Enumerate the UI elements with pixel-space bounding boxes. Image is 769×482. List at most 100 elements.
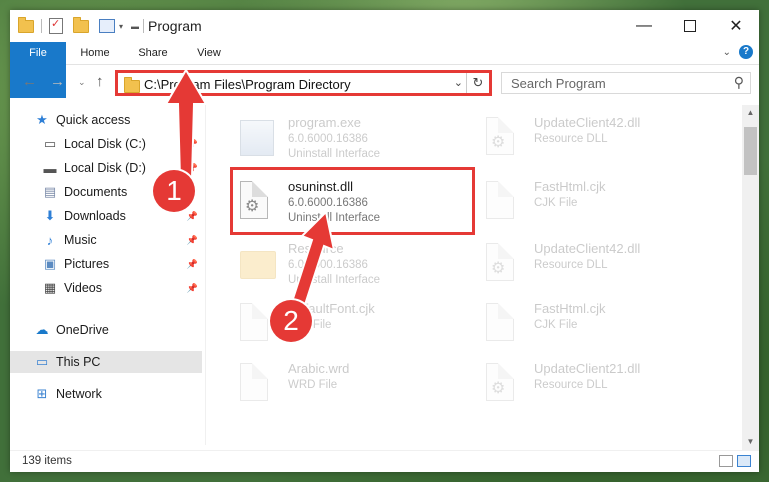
- file-item[interactable]: Resource 6.0.6000.16386 Uninstall Interf…: [228, 237, 468, 293]
- customize-dropdown-icon[interactable]: ▾: [119, 22, 123, 31]
- file-description: Uninstall Interface: [288, 148, 381, 160]
- close-icon: ✕: [729, 18, 743, 35]
- sidebar-item-label: Network: [56, 387, 102, 401]
- file-item[interactable]: ⚙ UpdateClient42.dll Resource DLL: [474, 237, 714, 293]
- file-name: UpdateClient42.dll: [534, 241, 641, 256]
- title-bar: ▾ ▬ Program — ✕: [10, 10, 759, 42]
- scroll-down-icon[interactable]: ▼: [742, 434, 759, 450]
- file-item[interactable]: DefaultFont.cjk CJK File: [228, 297, 468, 353]
- star-icon: ★: [36, 112, 48, 127]
- up-arrow-icon[interactable]: ↑: [96, 73, 104, 90]
- properties-icon[interactable]: [49, 17, 63, 34]
- quick-access-toolbar: ▾ ▬: [18, 16, 139, 34]
- tiles-view-icon[interactable]: [737, 455, 751, 467]
- file-explorer-window: ▾ ▬ Program — ✕ File Home Share View ⌄ ?…: [10, 10, 759, 472]
- navigation-bar: ← → ⌄ ↑ C:\Program Files\Program Directo…: [10, 65, 759, 101]
- folder-file-icon: [240, 243, 276, 283]
- monitor-icon: ▭: [35, 354, 49, 369]
- file-version: 6.0.6000.16386: [288, 133, 368, 145]
- file-item[interactable]: ⚙ UpdateClient42.dll Resource DLL: [474, 111, 714, 167]
- sidebar-item-videos[interactable]: ▦ Videos 📌: [10, 277, 202, 299]
- sidebar-item-label: Local Disk (D:): [64, 161, 146, 175]
- scroll-up-icon[interactable]: ▲: [742, 105, 759, 121]
- file-item[interactable]: Arabic.wrd WRD File: [228, 357, 468, 413]
- documents-icon: ▤: [43, 184, 57, 199]
- folder-icon[interactable]: [18, 16, 34, 33]
- file-name: program.exe: [288, 115, 361, 130]
- file-item[interactable]: ⚙ UpdateClient21.dll Resource DLL: [474, 357, 714, 413]
- vertical-scrollbar[interactable]: ▲ ▼: [742, 105, 759, 450]
- help-icon[interactable]: ?: [739, 45, 753, 59]
- title-separator: [143, 19, 144, 33]
- file-type: Resource DLL: [534, 379, 608, 391]
- file-type: WRD File: [288, 379, 338, 391]
- sidebar-item-label: Local Disk (C:): [64, 137, 146, 151]
- dll-file-icon: ⚙: [486, 117, 518, 157]
- address-dropdown-icon[interactable]: ⌄: [454, 76, 463, 89]
- sidebar-item-music[interactable]: ♪ Music 📌: [10, 229, 202, 251]
- address-folder-icon: [124, 77, 140, 93]
- search-icon[interactable]: ⚲: [734, 74, 744, 91]
- file-name: Arabic.wrd: [288, 361, 350, 376]
- videos-icon: ▦: [43, 280, 57, 295]
- sidebar-item-label: This PC: [56, 355, 101, 369]
- file-name: UpdateClient21.dll: [534, 361, 641, 376]
- forward-arrow-icon[interactable]: →: [50, 73, 65, 90]
- file-name: FastHtml.cjk: [534, 301, 606, 316]
- scroll-thumb[interactable]: [744, 127, 757, 175]
- sidebar-item-onedrive[interactable]: ☁ OneDrive: [10, 319, 202, 341]
- toolbar-expand-icon[interactable]: ▬: [131, 22, 139, 31]
- file-item[interactable]: program.exe 6.0.6000.16386 Uninstall Int…: [228, 111, 468, 167]
- recent-locations-icon[interactable]: ⌄: [78, 77, 86, 88]
- pin-icon[interactable]: 📌: [187, 235, 198, 246]
- search-box[interactable]: Search Program ⚲: [501, 72, 751, 94]
- sidebar-item-label: Documents: [64, 185, 128, 199]
- cloud-icon: ☁: [35, 322, 49, 337]
- refresh-icon[interactable]: ↻: [466, 73, 489, 93]
- sidebar-item-label: Downloads: [64, 209, 126, 223]
- pictures-icon: ▣: [43, 256, 57, 271]
- file-item[interactable]: FastHtml.cjk CJK File: [474, 175, 714, 231]
- file-name: FastHtml.cjk: [534, 179, 606, 194]
- drive-icon: ▭: [43, 136, 57, 151]
- ribbon: File Home Share View ⌄ ?: [10, 42, 759, 98]
- tab-view[interactable]: View: [188, 42, 230, 64]
- document-file-icon: [486, 181, 518, 221]
- tab-home[interactable]: Home: [72, 42, 118, 64]
- document-file-icon: [240, 363, 272, 403]
- search-placeholder: Search Program: [511, 76, 606, 91]
- file-item[interactable]: FastHtml.cjk CJK File: [474, 297, 714, 353]
- status-bar: 139 items: [10, 450, 759, 472]
- back-arrow-icon[interactable]: ←: [22, 73, 37, 90]
- sidebar-item-pictures[interactable]: ▣ Pictures 📌: [10, 253, 202, 275]
- toolbar-separator: [41, 19, 42, 33]
- ribbon-controls: ⌄ ?: [723, 45, 753, 59]
- sidebar-item-label: Videos: [64, 281, 102, 295]
- window-title: Program: [148, 18, 202, 34]
- view-icon[interactable]: [99, 19, 115, 33]
- file-highlight-box: [230, 167, 475, 235]
- item-count: 139 items: [22, 455, 72, 467]
- minimize-button[interactable]: —: [621, 10, 667, 42]
- pin-icon[interactable]: 📌: [187, 211, 198, 222]
- close-button[interactable]: ✕: [713, 10, 759, 42]
- sidebar-item-label: Pictures: [64, 257, 110, 271]
- sidebar-item-label: Quick access: [56, 113, 131, 127]
- sidebar-item-label: OneDrive: [56, 323, 109, 337]
- download-icon: ⬇: [44, 208, 56, 223]
- maximize-icon: [684, 20, 696, 32]
- maximize-button[interactable]: [667, 10, 713, 42]
- new-folder-icon[interactable]: [73, 16, 89, 33]
- file-type: CJK File: [534, 319, 578, 331]
- tab-share[interactable]: Share: [128, 42, 178, 64]
- pin-icon[interactable]: 📌: [187, 283, 198, 294]
- step1-badge: 1: [153, 170, 195, 212]
- details-view-icon[interactable]: [719, 455, 733, 467]
- network-icon: ⊞: [36, 386, 48, 401]
- pin-icon[interactable]: 📌: [187, 259, 198, 270]
- drive-icon: ▬: [43, 160, 57, 176]
- sidebar-item-this-pc[interactable]: ▭ This PC: [10, 351, 202, 373]
- ribbon-expand-icon[interactable]: ⌄: [723, 47, 731, 58]
- sidebar-item-network[interactable]: ⊞ Network: [10, 383, 202, 405]
- dll-file-icon: ⚙: [486, 243, 518, 283]
